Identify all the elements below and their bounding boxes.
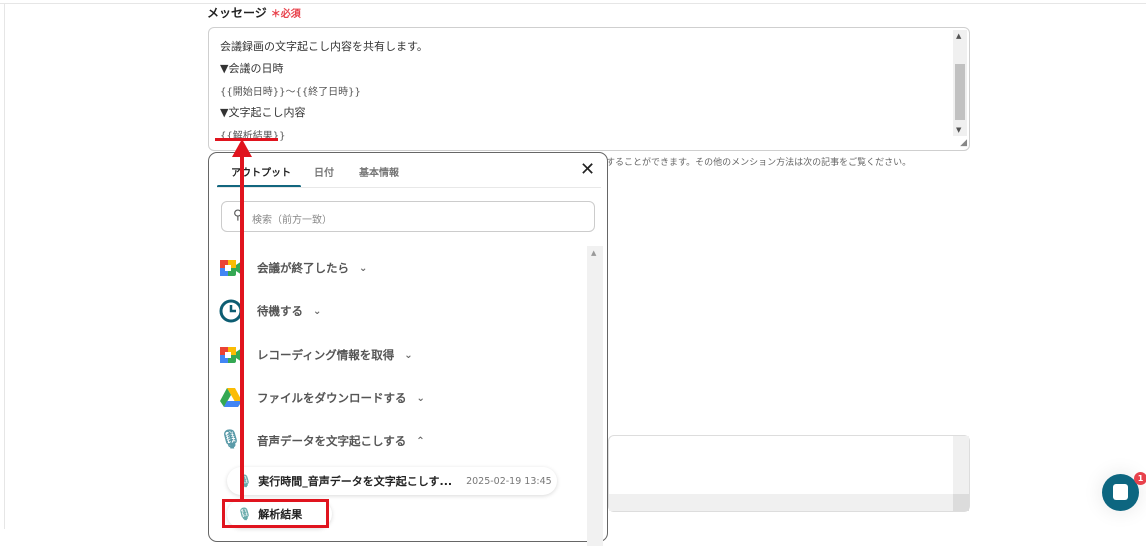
annotation-arrow-head [232, 139, 252, 157]
chevron-up-icon: ⌃ [416, 435, 425, 447]
resize-handle-icon[interactable]: ◢ [960, 138, 967, 148]
scroll-down-icon[interactable]: ▼ [956, 126, 961, 134]
list-item-meeting-ended[interactable]: 会議が終了したら ⌄ [219, 255, 469, 281]
divider [0, 3, 1146, 4]
divider [4, 3, 5, 529]
item-label: ファイルをダウンロードする [257, 391, 407, 405]
list-item-recording-info[interactable]: レコーディング情報を取得 ⌄ [219, 342, 469, 368]
list-item-download-file[interactable]: ファイルをダウンロードする ⌄ [219, 385, 469, 411]
list-item-wait[interactable]: 待機する ⌄ [219, 298, 469, 324]
item-label: レコーディング情報を取得 [257, 348, 395, 362]
message-line: {{開始日時}}〜{{終了日時}} [220, 87, 361, 98]
item-label: 音声データを文字起こしする [257, 434, 407, 448]
search-input[interactable]: ⚲ 検索（前方一致） [221, 201, 595, 232]
tab-basic-info[interactable]: 基本情報 [359, 164, 399, 179]
item-label: 待機する [257, 304, 303, 318]
list-item-transcribe[interactable]: 🎙 音声データを文字起こしする ⌃ [219, 428, 469, 454]
chevron-down-icon: ⌄ [313, 305, 322, 317]
scroll-up-icon[interactable]: ▲ [956, 32, 961, 40]
textarea[interactable] [608, 435, 970, 512]
chevron-down-icon: ⌄ [416, 392, 425, 404]
message-textarea[interactable]: 会議録画の文字起こし内容を共有します。 ▼会議の日時 {{開始日時}}〜{{終了… [208, 27, 970, 151]
divider [217, 187, 601, 188]
label-text: メッセージ [207, 6, 267, 20]
scrollbar[interactable]: ▲ ▼ [953, 30, 967, 136]
hint-text: することができます。その他のメンション方法は次の記事をご覧ください。 [606, 158, 912, 168]
sub-item-label: 実行時間_音声データを文字起こしす... [258, 475, 453, 488]
scrollbar[interactable] [609, 494, 953, 511]
tab-date[interactable]: 日付 [314, 164, 334, 179]
message-line: ▼会議の日時 [220, 62, 284, 75]
message-line: 会議録画の文字起こし内容を共有します。 [220, 40, 428, 53]
chevron-down-icon: ⌄ [359, 262, 368, 274]
scroll-corner [953, 494, 969, 511]
scroll-thumb[interactable] [955, 64, 965, 120]
message-label: メッセージ ＊必須 [207, 4, 301, 21]
scroll-up-icon[interactable]: ▲ [591, 249, 596, 257]
item-label: 会議が終了したら [257, 261, 349, 275]
annotation-highlight-box [222, 499, 329, 528]
sub-item-execution-time[interactable]: 🎙 実行時間_音声データを文字起こしす... 2025-02-19 13:45 [227, 467, 557, 495]
required-badge: ＊必須 [270, 9, 301, 20]
chevron-down-icon: ⌄ [404, 349, 413, 361]
close-icon[interactable]: ✕ [580, 159, 595, 180]
scrollbar[interactable] [953, 436, 969, 494]
search-placeholder: 検索（前方一致） [252, 215, 332, 226]
message-line: ▼文字起こし内容 [220, 106, 306, 119]
notification-badge: 1 [1134, 472, 1146, 485]
annotation-arrow [240, 152, 244, 501]
chat-icon [1113, 484, 1128, 500]
sub-item-date: 2025-02-19 13:45 [466, 475, 552, 487]
scrollbar[interactable]: ▲ [587, 246, 603, 546]
